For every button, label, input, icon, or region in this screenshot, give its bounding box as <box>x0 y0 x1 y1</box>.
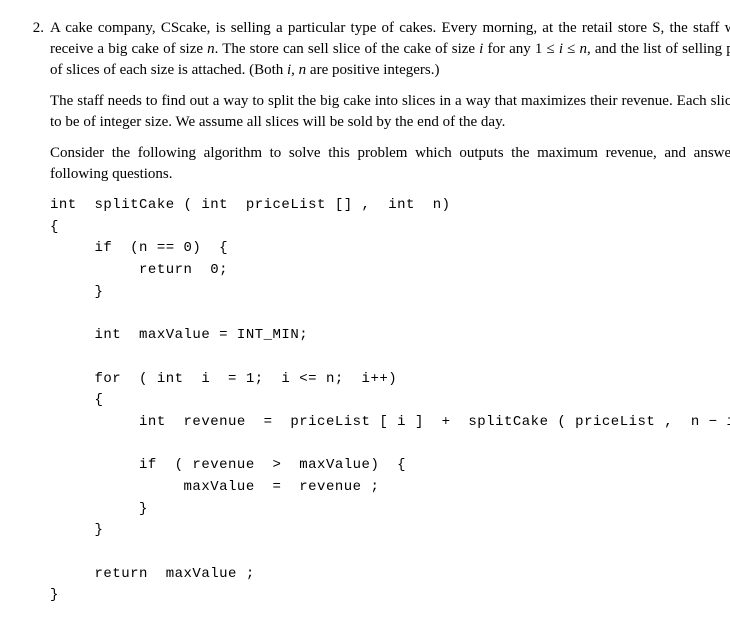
paragraph-3: Consider the following algorithm to solv… <box>50 143 730 185</box>
code-block: int splitCake ( int priceList [] , int n… <box>50 195 730 607</box>
text: ≤ <box>563 41 579 57</box>
var-n: n <box>580 41 588 57</box>
text: are positive integers.) <box>306 62 439 78</box>
text: . The store can sell slice of the cake o… <box>215 41 480 57</box>
paragraph-2: The staff needs to find out a way to spl… <box>50 91 730 133</box>
var-n: n <box>207 41 215 57</box>
text: , <box>291 62 299 78</box>
problem-number: 2. <box>22 18 50 39</box>
problem-body: A cake company, CScake, is selling a par… <box>50 18 730 607</box>
text: for any 1 ≤ <box>483 41 559 57</box>
problem-container: 2. A cake company, CScake, is selling a … <box>22 18 702 607</box>
paragraph-1: A cake company, CScake, is selling a par… <box>50 18 730 81</box>
